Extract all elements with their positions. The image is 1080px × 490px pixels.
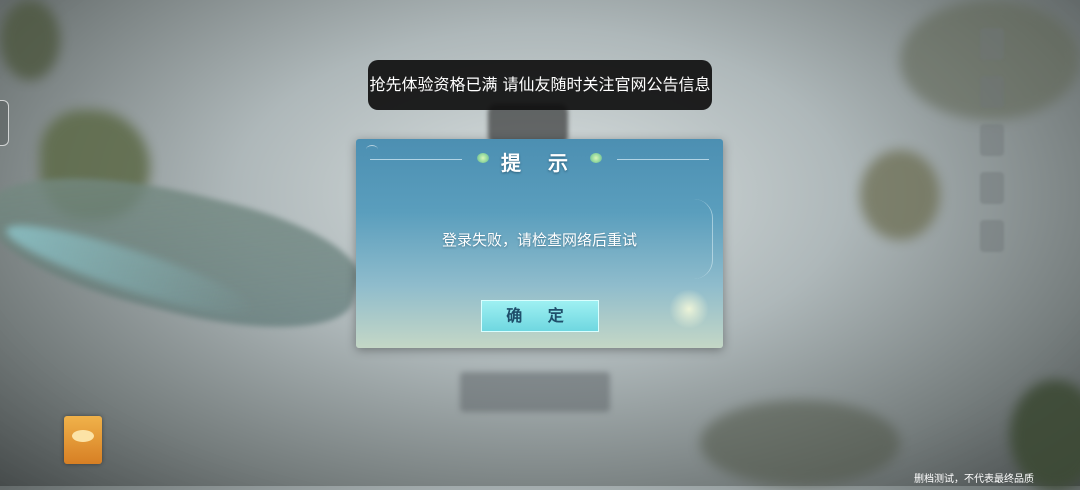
dialog-title: 提 示 [501,151,578,175]
notice-board-icon[interactable] [64,416,102,464]
background-rock [0,0,60,80]
left-drawer-handle[interactable] [0,100,9,146]
toast-notification: 抢先体验资格已满 请仙友随时关注官网公告信息 [368,60,712,110]
background-rock [700,400,900,486]
dialog-message: 登录失败，请检查网络后重试 [441,231,637,249]
dialog-header: 提 示 [356,139,723,179]
game-logo [488,104,568,144]
side-menu-icon[interactable] [980,28,1004,60]
alert-dialog: 提 示 登录失败，请检查网络后重试 确 定 [356,139,723,348]
confirm-button[interactable]: 确 定 [481,300,599,332]
floating-island [860,150,940,240]
sparkle-decoration [669,289,709,329]
side-menu-icon[interactable] [980,220,1004,252]
side-menu-icon[interactable] [980,124,1004,156]
enter-game-button[interactable] [460,372,610,412]
side-menu-icon[interactable] [980,172,1004,204]
test-disclaimer: 删档测试，不代表最终品质 [914,474,1034,485]
side-menu [980,28,1010,268]
side-menu-icon[interactable] [980,76,1004,108]
